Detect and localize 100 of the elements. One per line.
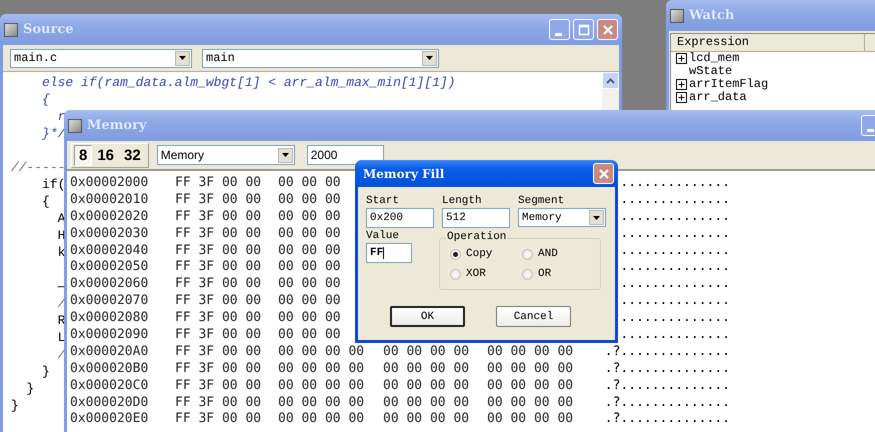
memory-address: 0x00002000	[70, 175, 150, 192]
memory-bytes: 00 00 00 00	[278, 394, 364, 410]
memory-ascii: ..............	[620, 242, 730, 260]
memory-bytes: 00 00 00	[278, 175, 341, 190]
memory-bytes: 00 00 00	[278, 293, 341, 308]
memory-bytes: 00 00 00 00	[487, 378, 574, 393]
memory-bytes: 00 00 00 00	[278, 360, 364, 376]
memory-bytes: 00 00 00	[278, 242, 341, 258]
code-line: k	[58, 245, 66, 260]
dialog-button[interactable]: OK	[390, 306, 465, 327]
field-label: Start	[366, 195, 400, 207]
code-line: //-----	[10, 160, 66, 175]
start-field[interactable]: 0x200	[366, 208, 434, 228]
memory-bytes: 00 00 00 00	[487, 360, 574, 376]
memory-bytes: 00 00 00 00	[383, 411, 470, 426]
memory-ascii: ..............	[620, 276, 730, 294]
window-title: Memory	[87, 118, 146, 133]
memory-bytes: 00 00 00 00	[383, 394, 470, 410]
memory-address: 0x000020A0	[70, 344, 150, 361]
memory-bytes: 00 00 00 00	[383, 360, 470, 376]
memory-bytes: 00 00 00 00	[278, 344, 364, 359]
value-field[interactable]: FF	[366, 243, 412, 263]
code-line: {	[42, 92, 50, 107]
code-line: r	[58, 109, 66, 124]
memory-ascii: ..............	[620, 327, 730, 344]
word-size-button[interactable]: 16	[92, 144, 120, 166]
memory-bytes: 00 00 00	[278, 226, 341, 241]
memory-bytes: FF 3F 00 00	[175, 411, 262, 426]
code-line: }	[26, 381, 34, 396]
radio-option[interactable]: XOR	[450, 268, 522, 280]
memory-bytes: 00 00 00	[278, 259, 341, 274]
memory-address: 0x000020E0	[70, 411, 150, 428]
address-field[interactable]: 2000	[306, 145, 384, 165]
code-line: if(	[42, 177, 66, 192]
radio-option[interactable]: OR	[522, 268, 594, 280]
memory-ascii: ..............	[620, 259, 730, 276]
memory-bytes: FF 3F 00 00	[175, 293, 262, 308]
memory-bytes: FF 3F 00 00	[175, 310, 262, 326]
memory-ascii: .?..............	[604, 344, 730, 361]
memory-address: 0x00002030	[70, 226, 150, 243]
function-dropdown[interactable]: main	[202, 48, 439, 68]
memory-bytes: 00 00 00	[278, 276, 341, 292]
memory-bytes: 00 00 00 00	[383, 344, 470, 359]
memory-bytes: 00 00 00 00	[278, 411, 364, 426]
memory-bytes: 00 00 00 00	[487, 344, 574, 359]
memory-address: 0x000020D0	[70, 394, 150, 412]
word-size-button[interactable]: 8	[74, 144, 92, 166]
memory-address: 0x00002090	[70, 327, 150, 344]
radio-option[interactable]: AND	[522, 248, 594, 260]
memory-ascii: ..............	[620, 293, 730, 310]
code-line: }	[42, 364, 50, 379]
radio-option[interactable]: Copy	[450, 248, 522, 260]
memory-address: 0x00002080	[70, 310, 150, 328]
watch-expression[interactable]: lcd_mem	[689, 52, 740, 65]
memory-bytes: FF 3F 00 00	[175, 394, 262, 410]
memory-address: 0x000020B0	[70, 360, 150, 378]
segment-dropdown[interactable]: Memory	[156, 145, 295, 165]
watch-expression[interactable]: arr_data	[689, 91, 747, 104]
code-line: {	[42, 194, 50, 209]
code-line: }	[10, 398, 19, 413]
code-line: L	[58, 330, 66, 345]
field-label: Value	[366, 230, 400, 242]
memory-address: 0x00002040	[70, 242, 150, 260]
length-field[interactable]: 512	[442, 208, 510, 228]
memory-bytes: FF 3F 00 00	[175, 378, 262, 393]
memory-bytes: FF 3F 00 00	[175, 226, 262, 241]
memory-bytes: FF 3F 00 00	[175, 242, 262, 258]
file-dropdown[interactable]: main.c	[10, 48, 192, 68]
memory-ascii: ..............	[620, 192, 730, 209]
memory-bytes: FF 3F 00 00	[175, 360, 262, 376]
memory-ascii: ..............	[620, 208, 730, 226]
code-line: else if(ram_data.alm_wbgt[1] < arr_alm_max_min[1][1])	[42, 75, 456, 90]
memory-bytes: 00 00 00	[278, 192, 341, 207]
memory-address: 0x00002050	[70, 259, 150, 276]
memory-bytes: FF 3F 00 00	[175, 259, 262, 274]
memory-address: 0x00002070	[70, 293, 150, 310]
memory-ascii: .?..............	[604, 394, 730, 412]
window-title: Source	[23, 22, 74, 37]
dialog-button[interactable]: Cancel	[496, 306, 571, 327]
dialog-title: Memory Fill	[363, 166, 444, 180]
watch-expression[interactable]: arrItemFlag	[689, 78, 768, 91]
memory-bytes: 00 00 00 00	[278, 378, 364, 393]
memory-bytes: 00 00 00	[278, 208, 341, 224]
memory-bytes: 00 00 00 00	[487, 411, 574, 426]
memory-ascii: ..............	[620, 226, 730, 243]
memory-address: 0x00002020	[70, 208, 150, 226]
memory-ascii: .?..............	[604, 378, 730, 395]
word-size-button[interactable]: 32	[119, 144, 146, 166]
memory-bytes: 00 00 00 00	[383, 378, 470, 393]
group-label: Operation	[446, 231, 508, 243]
segment-dropdown[interactable]: Memory	[518, 208, 606, 227]
watch-expression[interactable]: wState	[689, 65, 732, 78]
memory-bytes: FF 3F 00 00	[175, 344, 262, 359]
memory-address: 0x00002060	[70, 276, 150, 294]
memory-bytes: FF 3F 00 00	[175, 175, 262, 190]
field-label: Segment	[518, 195, 566, 207]
field-label: Length	[442, 195, 483, 207]
memory-bytes: FF 3F 00 00	[175, 208, 262, 224]
memory-address: 0x000020C0	[70, 378, 150, 395]
memory-bytes: 00 00 00	[278, 327, 341, 342]
